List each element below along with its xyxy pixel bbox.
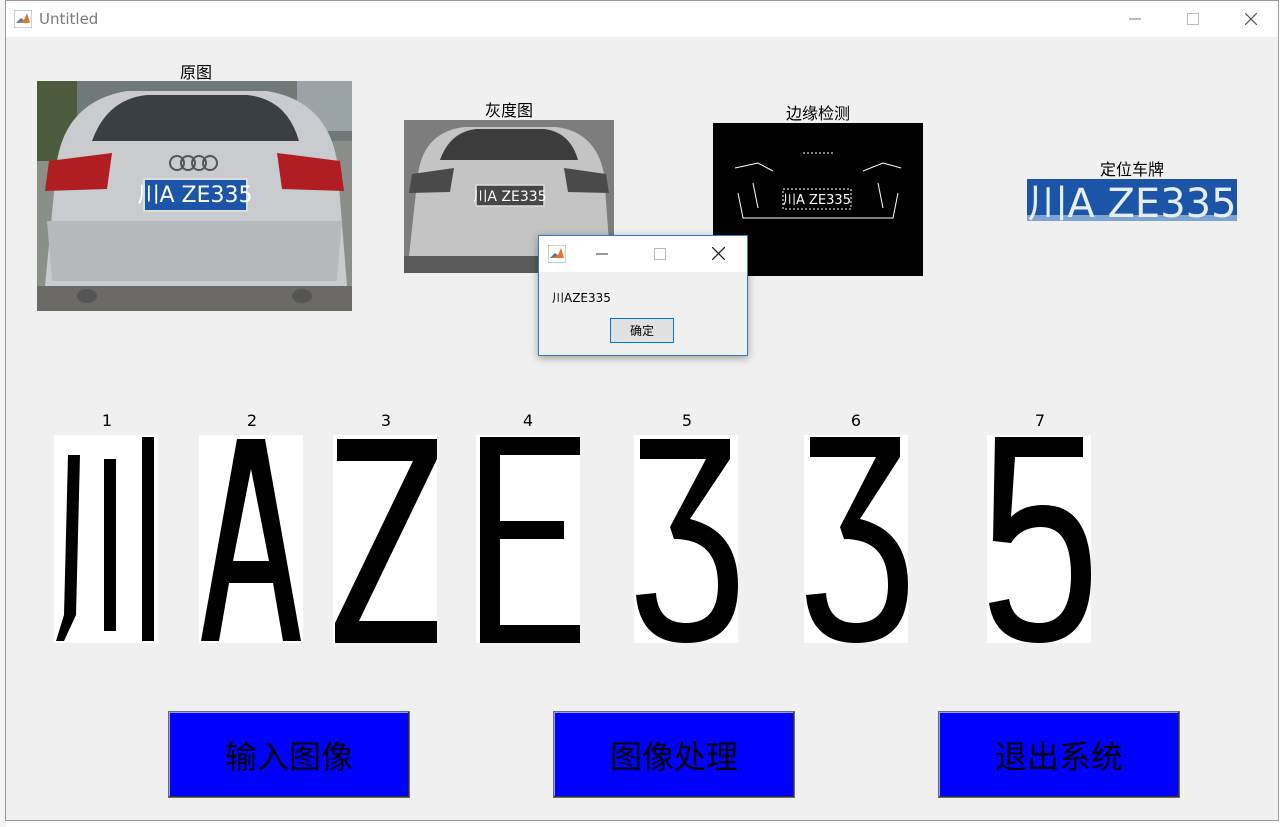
char-image-6 <box>804 435 908 643</box>
char-image-1 <box>54 435 158 643</box>
title-bar: Untitled <box>6 1 1278 37</box>
matlab-icon <box>14 10 32 28</box>
ok-button[interactable]: 确定 <box>610 318 674 343</box>
gray-caption: 灰度图 <box>484 101 533 120</box>
char-image-3 <box>333 435 437 643</box>
close-button[interactable] <box>1222 1 1280 37</box>
maximize-icon[interactable] <box>654 248 666 260</box>
minimize-icon <box>1129 18 1141 20</box>
close-icon <box>1245 13 1257 25</box>
result-dialog: 川AZE335 确定 <box>538 235 748 356</box>
dialog-message: 川AZE335 <box>552 291 611 305</box>
exit-system-button[interactable]: 退出系统 <box>938 711 1180 798</box>
figure-window: Untitled 原图 川A ZE335 灰度图 川A ZE335 边缘检测 川… <box>5 0 1279 821</box>
input-image-button[interactable]: 输入图像 <box>168 711 410 798</box>
original-image: 川A ZE335 <box>37 81 352 311</box>
close-icon[interactable] <box>712 247 725 260</box>
edge-caption: 边缘检测 <box>785 104 850 123</box>
char-index-5: 5 <box>681 411 693 430</box>
char-image-4 <box>476 435 580 643</box>
original-caption: 原图 <box>179 63 212 82</box>
gray-plate-text: 川A ZE335 <box>473 189 546 205</box>
minimize-button[interactable] <box>1106 1 1164 37</box>
plate-crop-text: 川A ZE335 <box>1027 181 1236 221</box>
image-process-button[interactable]: 图像处理 <box>553 711 795 798</box>
char-index-7: 7 <box>1034 411 1046 430</box>
char-image-7 <box>987 435 1091 643</box>
matlab-icon <box>548 245 566 263</box>
char-index-2: 2 <box>246 411 258 430</box>
char-index-4: 4 <box>522 411 534 430</box>
char-index-6: 6 <box>850 411 862 430</box>
char-index-3: 3 <box>380 411 392 430</box>
minimize-icon[interactable] <box>596 248 608 260</box>
original-plate-text: 川A ZE335 <box>137 183 252 208</box>
maximize-button[interactable] <box>1164 1 1222 37</box>
plate-image: 川A ZE335 <box>1027 179 1237 221</box>
char-image-5 <box>634 435 738 643</box>
char-index-1: 1 <box>101 411 113 430</box>
plate-caption: 定位车牌 <box>1099 160 1164 179</box>
char-image-2 <box>199 435 303 643</box>
edge-plate-text: 川A ZE335 <box>783 193 851 208</box>
window-title: Untitled <box>39 10 99 28</box>
maximize-icon <box>1187 13 1199 25</box>
dialog-title-bar <box>539 236 747 272</box>
